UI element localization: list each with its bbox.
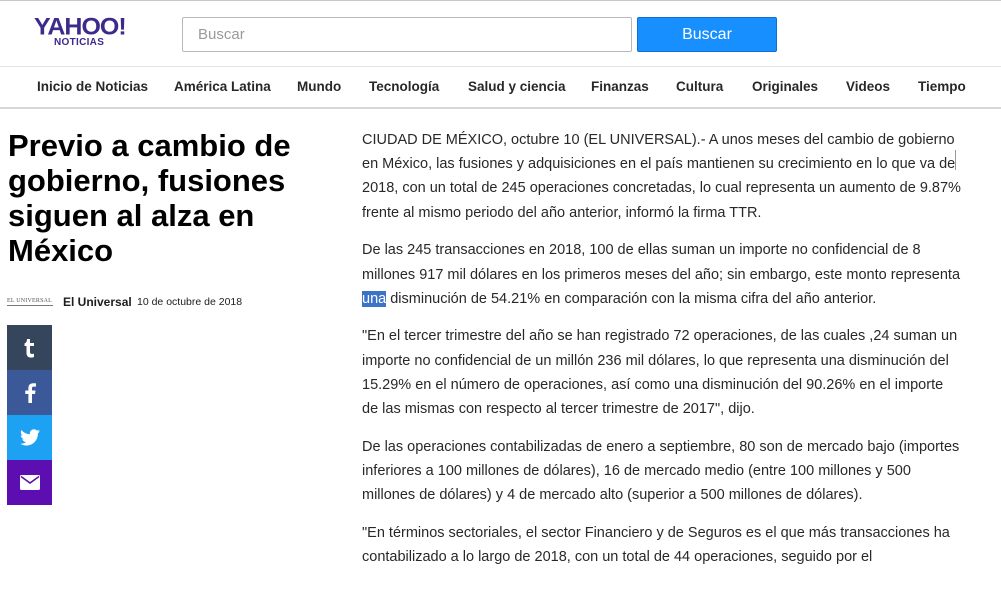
source-logo-text: EL UNIVERSAL — [7, 298, 53, 306]
twitter-icon — [19, 429, 40, 446]
site-header: YAHOO! NOTICIAS Buscar — [0, 0, 1001, 66]
share-tumblr-button[interactable] — [7, 325, 52, 370]
share-facebook-button[interactable] — [7, 370, 52, 415]
article-paragraph-1: CIUDAD DE MÉXICO, octubre 10 (EL UNIVERS… — [362, 132, 961, 221]
nav-item-america-latina[interactable]: América Latina — [174, 79, 271, 94]
share-twitter-button[interactable] — [7, 415, 52, 460]
article-paragraph-4: De las operaciones contabilizadas de ene… — [362, 438, 960, 504]
el-universal-logo: EL UNIVERSAL — [7, 297, 53, 307]
main-nav: Inicio de Noticias América Latina Mundo … — [0, 66, 1001, 109]
logo-subtitle: NOTICIAS — [54, 37, 105, 48]
article-paragraph-3: "En el tercer trimestre del año se han r… — [362, 328, 958, 418]
text-cursor — [955, 150, 956, 170]
nav-item-originales[interactable]: Originales — [752, 79, 818, 94]
logo-wordmark: YAHOO! — [34, 13, 127, 41]
share-mail-button[interactable] — [7, 460, 52, 505]
nav-item-cultura[interactable]: Cultura — [676, 79, 723, 94]
nav-item-salud-y-ciencia[interactable]: Salud y ciencia — [468, 79, 566, 94]
nav-item-finanzas[interactable]: Finanzas — [591, 79, 649, 94]
nav-item-mundo[interactable]: Mundo — [297, 79, 341, 94]
article-body: CIUDAD DE MÉXICO, octubre 10 (EL UNIVERS… — [362, 128, 962, 583]
tumblr-icon — [24, 338, 34, 358]
article-paragraph-2: De las 245 transacciones en 2018, 100 de… — [362, 238, 962, 311]
selected-text[interactable]: una — [362, 290, 387, 307]
publish-date: 10 de octubre de 2018 — [137, 296, 243, 308]
nav-item-tecnologia[interactable]: Tecnología — [369, 79, 439, 94]
paragraph-2-before: De las 245 transacciones en 2018, 100 de… — [362, 242, 961, 283]
search-button[interactable]: Buscar — [637, 17, 777, 52]
nav-item-tiempo[interactable]: Tiempo — [918, 79, 966, 94]
nav-item-inicio[interactable]: Inicio de Noticias — [37, 79, 148, 94]
facebook-icon — [24, 382, 36, 403]
article-paragraph-5: "En términos sectoriales, el sector Fina… — [362, 524, 950, 566]
mail-icon — [19, 475, 40, 490]
nav-item-videos[interactable]: Videos — [846, 79, 890, 94]
search-input[interactable] — [182, 17, 632, 52]
paragraph-2-after: disminución de 54.21% en comparación con… — [386, 290, 877, 307]
article-byline: EL UNIVERSAL El Universal 10 de octubre … — [7, 292, 327, 312]
yahoo-noticias-logo[interactable]: YAHOO! NOTICIAS — [34, 14, 134, 54]
source-name[interactable]: El Universal — [63, 295, 132, 309]
article-title: Previo a cambio de gobierno, fusiones si… — [8, 128, 291, 268]
